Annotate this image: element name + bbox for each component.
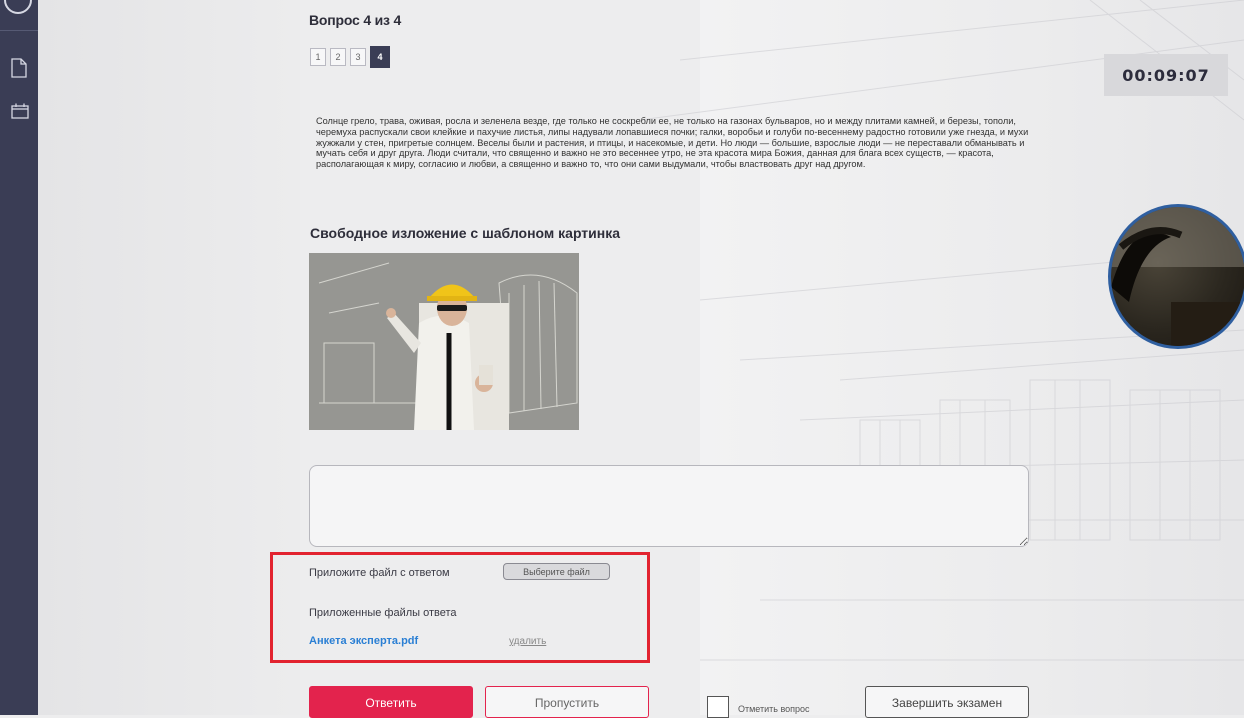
calendar-icon[interactable] bbox=[11, 103, 29, 119]
background-left bbox=[0, 0, 300, 715]
building-sketch-background bbox=[640, 0, 1244, 661]
question-page-3[interactable]: 3 bbox=[350, 48, 366, 66]
answer-button[interactable]: Ответить bbox=[309, 686, 473, 718]
webcam-preview bbox=[1108, 204, 1244, 349]
attached-file-link[interactable]: Анкета эксперта.pdf bbox=[309, 635, 418, 647]
question-title: Вопрос 4 из 4 bbox=[309, 12, 402, 28]
exam-timer: 00:09:07 bbox=[1104, 54, 1228, 96]
question-passage: Солнце грело, трава, оживая, росла и зел… bbox=[316, 116, 1029, 170]
document-icon[interactable] bbox=[11, 58, 27, 78]
question-pagination: 1 2 3 4 bbox=[310, 46, 390, 68]
mark-question-label: Отметить вопрос bbox=[738, 704, 810, 714]
question-subtitle: Свободное изложение с шаблоном картинка bbox=[310, 225, 621, 241]
question-page-4[interactable]: 4 bbox=[370, 46, 390, 68]
question-image bbox=[309, 253, 579, 430]
choose-file-button[interactable]: Выберите файл bbox=[503, 563, 610, 580]
webcam-feed bbox=[1111, 207, 1244, 346]
user-icon[interactable] bbox=[4, 0, 32, 14]
attach-file-label: Приложите файл с ответом bbox=[309, 567, 450, 579]
delete-file-link[interactable]: удалить bbox=[509, 636, 546, 647]
skip-button[interactable]: Пропустить bbox=[485, 686, 649, 718]
question-page-1[interactable]: 1 bbox=[310, 48, 326, 66]
finish-exam-button[interactable]: Завершить экзамен bbox=[865, 686, 1029, 718]
sidebar-header bbox=[0, 0, 38, 31]
answer-textarea[interactable] bbox=[309, 465, 1029, 547]
question-page-2[interactable]: 2 bbox=[330, 48, 346, 66]
left-sidebar bbox=[0, 0, 38, 715]
attached-files-label: Приложенные файлы ответа bbox=[309, 607, 457, 619]
